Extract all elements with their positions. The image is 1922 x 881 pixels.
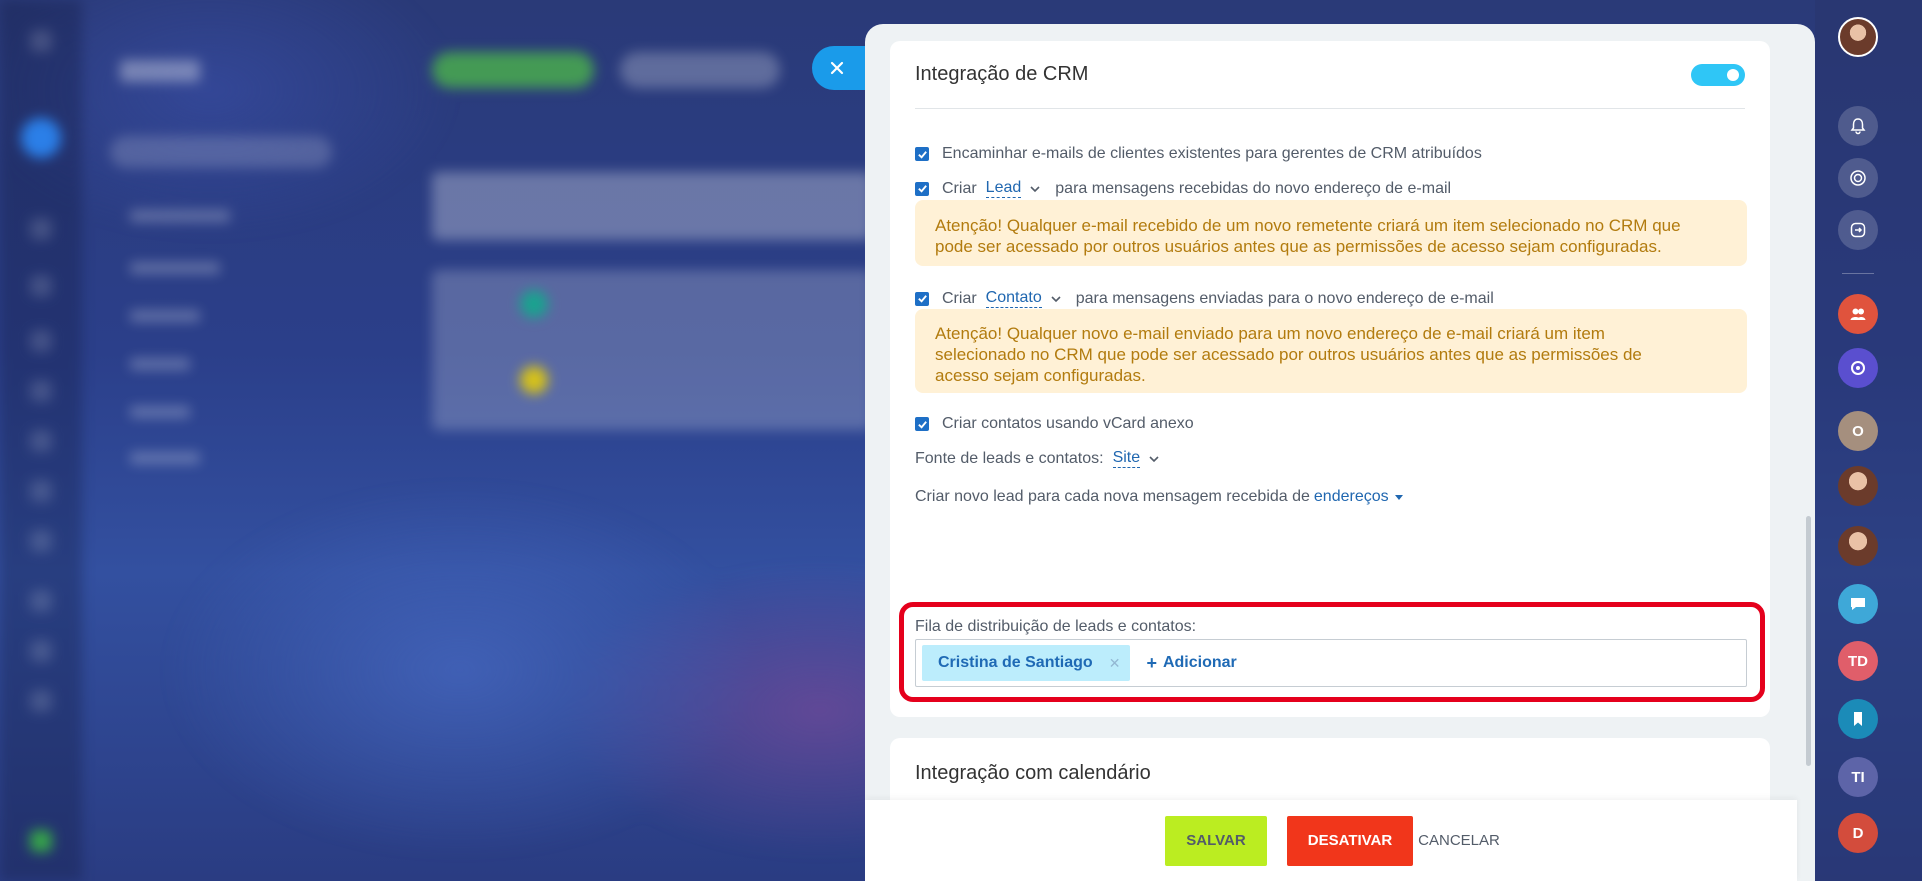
calendar-card-title: Integração com calendário <box>915 762 1151 784</box>
crm-integration-toggle[interactable] <box>1691 63 1745 86</box>
add-queue-member-button[interactable]: + Adicionar <box>1146 653 1236 674</box>
add-queue-member-label: Adicionar <box>1162 654 1237 671</box>
sidebar-divider <box>1842 273 1874 274</box>
chevron-down-icon[interactable] <box>1050 293 1062 305</box>
save-button[interactable]: SALVAR <box>1165 815 1267 866</box>
scrollbar[interactable] <box>1806 516 1811 766</box>
new-lead-row: Criar novo lead para cada nova mensagem … <box>915 488 1403 506</box>
check-icon <box>917 150 927 159</box>
mailbox-settings-slider: Integração de CRM Encaminhar e-mails de … <box>865 24 1815 881</box>
activity-icon[interactable] <box>1838 158 1878 198</box>
bookmark-icon[interactable] <box>1838 699 1878 739</box>
group-chat-icon[interactable] <box>1838 294 1878 334</box>
check-icon <box>917 295 927 303</box>
vcard-checkbox[interactable] <box>915 417 929 431</box>
create-outgoing-suffix: para mensagens enviadas para o novo ende… <box>1075 289 1494 307</box>
create-incoming-suffix: para mensagens recebidas do novo endereç… <box>1055 179 1452 197</box>
contact-avatar-o[interactable]: O <box>1838 411 1878 451</box>
crm-card-header: Integração de CRM <box>915 41 1745 109</box>
remove-icon[interactable]: ✕ <box>1109 655 1121 672</box>
close-slider-button[interactable] <box>812 46 870 90</box>
alert-incoming-line2: pode ser acessado por outros usuários an… <box>935 237 1662 256</box>
sync-icon[interactable] <box>1838 210 1878 250</box>
disable-button[interactable]: DESATIVAR <box>1287 815 1413 866</box>
alert-outgoing: Atenção! Qualquer novo e-mail enviado pa… <box>915 309 1747 393</box>
crm-card-title: Integração de CRM <box>915 63 1089 85</box>
check-icon <box>917 185 927 193</box>
queue-member-name: Cristina de Santiago <box>938 654 1093 671</box>
option-forward-existing: Encaminhar e-mails de clientes existente… <box>915 145 1482 163</box>
contact-avatar-photo[interactable] <box>1838 526 1878 566</box>
alert-outgoing-line1: Atenção! Qualquer novo e-mail enviado pa… <box>935 324 1605 343</box>
contact-avatar-td[interactable]: TD <box>1838 641 1878 681</box>
alert-incoming: Atenção! Qualquer e-mail recebido de um … <box>915 200 1747 266</box>
caret-down-icon[interactable] <box>1394 494 1403 500</box>
plus-icon: + <box>1146 652 1157 673</box>
queue-selector[interactable]: Cristina de Santiago ✕ + Adicionar <box>915 639 1747 687</box>
source-label: Fonte de leads e contatos: <box>915 449 1104 467</box>
forward-existing-label: Encaminhar e-mails de clientes existente… <box>942 145 1482 162</box>
source-row: Fonte de leads e contatos: Site <box>915 449 1174 468</box>
cancel-button[interactable]: CANCELAR <box>1418 816 1500 866</box>
option-create-outgoing: Criar Contato para mensagens enviadas pa… <box>915 289 1494 308</box>
incoming-entity-selector[interactable]: Lead <box>985 179 1022 198</box>
user-avatar[interactable] <box>1838 17 1878 57</box>
contact-avatar-ti[interactable]: TI <box>1838 757 1878 797</box>
close-icon <box>830 61 844 75</box>
outgoing-entity-selector[interactable]: Contato <box>985 289 1042 308</box>
alert-outgoing-line3: acesso sejam configuradas. <box>935 366 1146 385</box>
create-incoming-checkbox[interactable] <box>915 181 929 196</box>
bell-icon[interactable] <box>1838 106 1878 146</box>
chevron-down-icon[interactable] <box>1029 183 1041 195</box>
option-vcard: Criar contatos usando vCard anexo <box>915 415 1194 433</box>
chat-bubble-icon[interactable] <box>1838 584 1878 624</box>
queue-label: Fila de distribuição de leads e contatos… <box>915 618 1197 635</box>
forward-existing-checkbox[interactable] <box>915 147 929 161</box>
crm-integration-card: Integração de CRM Encaminhar e-mails de … <box>890 41 1770 717</box>
option-create-incoming: Criar Lead para mensagens recebidas do n… <box>915 179 1451 198</box>
alert-outgoing-line2: selecionado no CRM que pode ser acessado… <box>935 345 1642 364</box>
slider-footer: SALVAR DESATIVAR CANCELAR <box>865 800 1797 881</box>
toggle-knob <box>1727 68 1739 81</box>
queue-member-chip[interactable]: Cristina de Santiago ✕ <box>922 645 1131 681</box>
alert-incoming-line1: Atenção! Qualquer e-mail recebido de um … <box>935 216 1681 235</box>
contact-avatar-d[interactable]: D <box>1838 813 1878 853</box>
source-selector[interactable]: Site <box>1112 449 1141 468</box>
addresses-link[interactable]: endereços <box>1314 488 1389 506</box>
contact-avatar-photo[interactable] <box>1838 466 1878 506</box>
create-incoming-prefix: Criar <box>942 179 977 197</box>
create-outgoing-checkbox[interactable] <box>915 291 929 306</box>
vcard-label: Criar contatos usando vCard anexo <box>942 415 1194 432</box>
create-outgoing-prefix: Criar <box>942 289 977 307</box>
chevron-down-icon[interactable] <box>1148 453 1160 465</box>
check-icon <box>917 420 927 429</box>
new-lead-text: Criar novo lead para cada nova mensagem … <box>915 488 1310 505</box>
copilot-icon[interactable] <box>1838 348 1878 388</box>
